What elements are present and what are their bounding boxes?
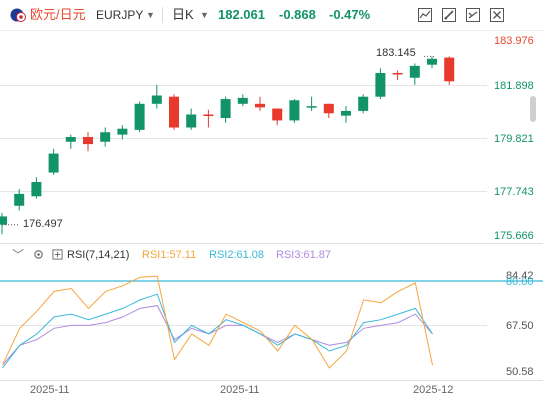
- candle-body: [358, 96, 369, 111]
- candle-body: [220, 99, 231, 119]
- candle-body: [134, 103, 145, 130]
- candle-body: [0, 216, 7, 225]
- candle-body: [375, 72, 386, 97]
- candle-body: [186, 114, 197, 128]
- candle-body: [323, 103, 334, 114]
- candle-body: [151, 95, 162, 104]
- chart-canvas: [0, 55, 543, 369]
- candle-body: [100, 132, 111, 142]
- candle-body: [117, 128, 128, 135]
- candle-body: [427, 58, 437, 65]
- rsi2-line: [2, 293, 433, 369]
- candle-body: [409, 65, 420, 78]
- candle-body: [392, 72, 403, 75]
- candle-body: [341, 110, 351, 116]
- candle-body: [306, 106, 317, 108]
- scrollbar-thumb[interactable]: [530, 96, 536, 122]
- candle-body: [272, 108, 283, 121]
- candle-body: [31, 182, 42, 197]
- candle-body: [289, 100, 300, 121]
- candle-body: [83, 136, 93, 145]
- candle-body: [14, 193, 25, 206]
- candle-body: [237, 97, 248, 104]
- candle-body: [203, 114, 214, 116]
- candle-body: [48, 153, 59, 173]
- candle-body: [65, 136, 76, 142]
- candle-body: [444, 57, 455, 82]
- candle-body: [169, 96, 179, 128]
- candle-body: [255, 103, 265, 108]
